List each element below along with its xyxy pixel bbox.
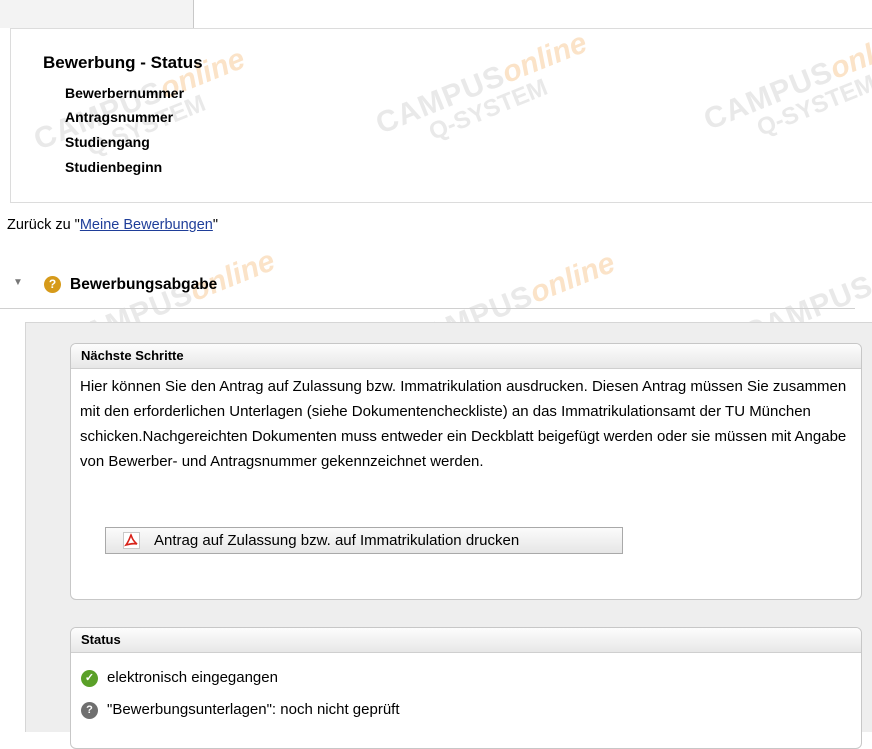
page-title: Bewerbung - Status xyxy=(43,53,203,72)
section-header[interactable]: ▼ ? Bewerbungsabgabe xyxy=(0,266,855,309)
study-start-label: Studienbeginn xyxy=(65,159,163,175)
question-icon: ? xyxy=(44,276,61,293)
back-suffix: " xyxy=(212,217,219,233)
application-status-panel: Bewerbung - Status Bewerbernummer Antrag… xyxy=(10,28,872,203)
collapse-arrow-icon[interactable]: ▼ xyxy=(13,277,23,288)
status-item-label: elektronisch eingegangen xyxy=(107,669,278,686)
print-button-label: Antrag auf Zulassung bzw. auf Immatrikul… xyxy=(154,532,520,549)
back-line: Zurück zu "Meine Bewerbungen" xyxy=(7,217,218,233)
application-number-label: Antragsnummer xyxy=(65,109,174,125)
top-tab xyxy=(0,0,194,28)
my-applications-link[interactable]: Meine Bewerbungen xyxy=(80,217,213,233)
question-icon: ? xyxy=(81,702,98,719)
next-steps-text: Hier können Sie den Antrag auf Zulassung… xyxy=(80,378,847,470)
back-prefix: Zurück zu " xyxy=(7,217,80,233)
check-icon: ✓ xyxy=(81,670,98,687)
section-body: Nächste Schritte Hier können Sie den Ant… xyxy=(25,322,872,749)
status-title: Status xyxy=(71,628,861,653)
degree-program-label: Studiengang xyxy=(65,134,150,150)
next-steps-card: Nächste Schritte Hier können Sie den Ant… xyxy=(70,343,862,600)
print-application-button[interactable]: Antrag auf Zulassung bzw. auf Immatrikul… xyxy=(105,527,623,554)
next-steps-title: Nächste Schritte xyxy=(71,344,861,369)
status-item-label: "Bewerbungsunterlagen": noch nicht geprü… xyxy=(107,701,400,718)
section-title: Bewerbungsabgabe xyxy=(70,276,218,293)
applicant-number-label: Bewerbernummer xyxy=(65,85,185,101)
pdf-icon xyxy=(123,532,140,549)
